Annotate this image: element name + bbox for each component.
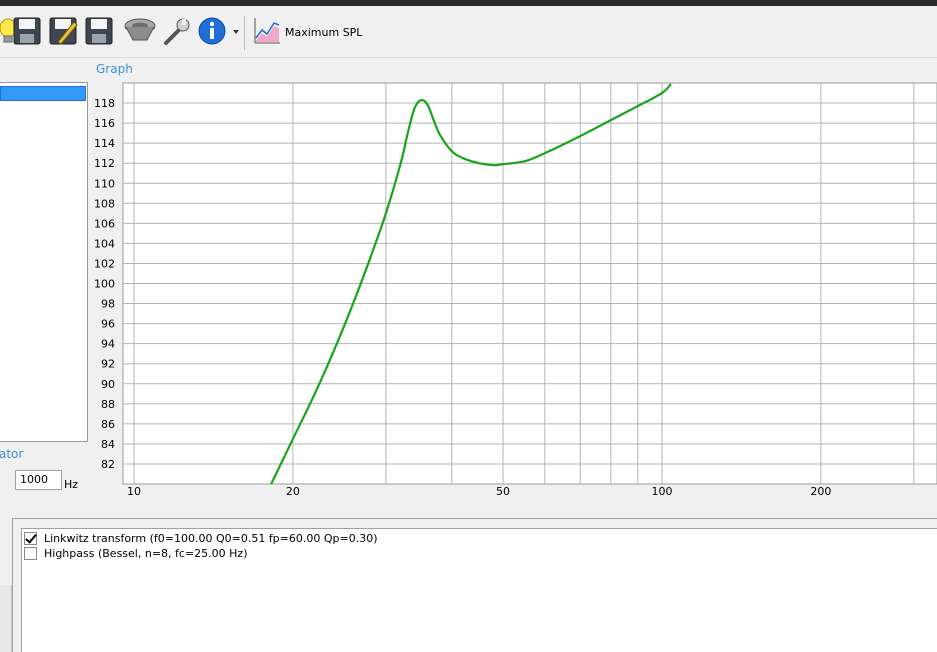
y-tick-label: 82 (101, 458, 115, 471)
filter-label: Linkwitz transform (f0=100.00 Q0=0.51 fp… (44, 531, 378, 545)
y-tick-label: 92 (101, 358, 115, 371)
y-tick-label: 108 (94, 197, 115, 210)
filter-item[interactable]: Linkwitz transform (f0=100.00 Q0=0.51 fp… (24, 531, 378, 545)
spl-graph[interactable]: 82 84 86 88 90 92 94 96 98 100 102 104 106 108 110 112 1… (0, 0, 937, 520)
filter-checkbox[interactable] (24, 531, 37, 545)
y-tick-label: 114 (94, 137, 115, 150)
y-tick-label: 110 (94, 177, 115, 190)
y-tick-label: 118 (94, 97, 115, 110)
filter-label: Highpass (Bessel, n=8, fc=25.00 Hz) (44, 546, 248, 560)
y-tick-label: 112 (94, 157, 115, 170)
x-tick-label: 20 (286, 485, 300, 498)
filter-item[interactable]: Highpass (Bessel, n=8, fc=25.00 Hz) (24, 546, 248, 560)
y-tick-label: 104 (94, 237, 115, 250)
y-tick-label: 102 (94, 257, 115, 270)
y-tick-label: 96 (101, 318, 115, 331)
y-tick-label: 90 (101, 378, 115, 391)
x-tick-label: 100 (651, 485, 672, 498)
y-tick-label: 116 (94, 117, 115, 130)
y-tick-label: 88 (101, 398, 115, 411)
filter-checkbox[interactable] (24, 546, 37, 560)
y-tick-label: 94 (101, 338, 115, 351)
y-tick-label: 106 (94, 217, 115, 230)
x-tick-label: 200 (810, 485, 831, 498)
y-tick-label: 100 (94, 278, 115, 291)
y-tick-label: 86 (101, 418, 115, 431)
left-scrollbar[interactable] (0, 585, 12, 652)
y-tick-label: 98 (101, 298, 115, 311)
x-tick-label: 50 (496, 485, 510, 498)
x-tick-label: 10 (127, 485, 141, 498)
y-tick-label: 84 (101, 438, 115, 451)
